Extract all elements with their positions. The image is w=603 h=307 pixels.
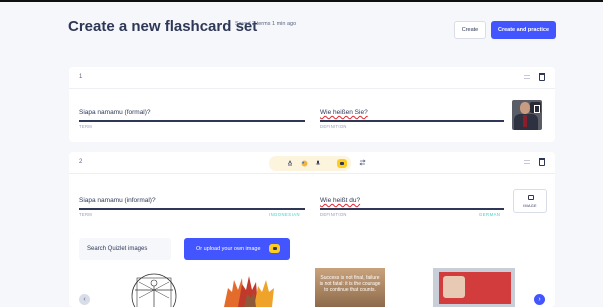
upload-image-label: Or upload your own image (196, 246, 261, 252)
lock-icon (269, 244, 280, 253)
format-toolbar (269, 156, 409, 171)
delete-card-icon[interactable] (539, 73, 545, 81)
swap-icon[interactable] (359, 159, 366, 166)
flashcard-2: 2 Siapa namamu (informal)? TERM INDONESI… (69, 152, 555, 307)
billboard-photo (443, 276, 465, 298)
image-result-hands[interactable] (214, 268, 284, 307)
image-search-input[interactable]: Search Quizlet images (79, 238, 171, 260)
thumbnail-person-face (520, 102, 530, 114)
saved-status: Saved 2 terms 1 min ago (235, 21, 297, 27)
upload-image-button[interactable]: Or upload your own image (184, 238, 290, 260)
term-input[interactable]: Siapa namamu (formal)? (79, 109, 151, 116)
term-language[interactable]: INDONESIAN (269, 212, 300, 217)
term-input[interactable]: Siapa namamu (informal)? (79, 197, 156, 204)
card-header: 2 (69, 152, 555, 174)
thumbnail-person-tie (523, 115, 527, 127)
term-label: TERM (79, 124, 93, 129)
previous-images-button[interactable]: ‹ (79, 294, 90, 305)
text-size-icon[interactable] (287, 160, 293, 166)
definition-underline (320, 120, 504, 122)
image-result-vitruvian[interactable] (119, 268, 189, 307)
definition-label: DEFINITION (320, 124, 347, 129)
add-image-button[interactable]: IMAGE (513, 189, 547, 213)
lock-icon (337, 159, 347, 168)
card-number: 1 (79, 74, 83, 80)
next-images-button[interactable]: › (534, 294, 545, 305)
drag-handle-icon[interactable] (524, 160, 530, 164)
card-header: 1 (69, 67, 555, 89)
delete-card-icon[interactable] (539, 158, 545, 166)
color-palette-icon[interactable] (301, 160, 308, 167)
header-bar: Create a new flashcard set Saved 2 terms… (0, 0, 603, 52)
definition-underline (320, 208, 504, 210)
definition-language[interactable]: GERMAN (479, 212, 500, 217)
card-number: 2 (79, 159, 83, 165)
image-icon (528, 195, 534, 200)
raised-hands-illustration (224, 276, 274, 307)
definition-input[interactable]: Wie heißt du? (320, 197, 360, 204)
quote-image-text: Success is not final, failure is not fat… (319, 275, 381, 293)
create-button[interactable]: Create (454, 21, 486, 39)
image-result-billboard[interactable] (433, 268, 515, 307)
microphone-icon[interactable] (315, 160, 321, 166)
flashcard-1: 1 Siapa namamu (formal)? TERM Wie heißen… (69, 67, 555, 142)
term-underline (79, 120, 305, 122)
drag-handle-icon[interactable] (524, 75, 530, 79)
add-image-label: IMAGE (523, 204, 537, 208)
definition-label: DEFINITION (320, 212, 347, 217)
term-underline (79, 208, 305, 210)
image-result-quote[interactable]: Success is not final, failure is not fat… (315, 268, 385, 307)
vitruvian-man-drawing (131, 273, 177, 307)
page-title: Create a new flashcard set (68, 18, 258, 35)
create-and-practice-button[interactable]: Create and practice (491, 21, 556, 39)
remove-image-icon[interactable] (530, 102, 541, 113)
term-label: TERM (79, 212, 93, 217)
definition-input[interactable]: Wie heißen Sie? (320, 109, 368, 116)
